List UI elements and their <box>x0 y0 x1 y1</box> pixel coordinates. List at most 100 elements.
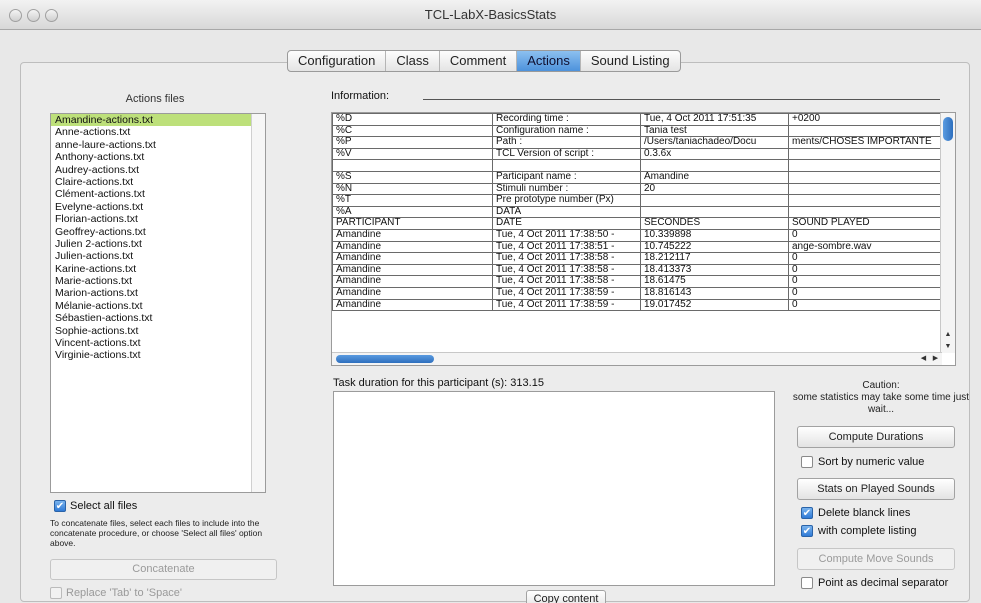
tab-sound-listing[interactable]: Sound Listing <box>581 51 680 71</box>
list-item[interactable]: Anne-actions.txt <box>51 126 265 138</box>
table-cell[interactable]: %P <box>332 136 493 149</box>
table-cell[interactable]: Amandine <box>332 286 493 300</box>
table-cell[interactable] <box>788 194 943 207</box>
table-cell[interactable]: %A <box>332 205 493 219</box>
table-cell[interactable]: %V <box>332 147 493 161</box>
table-cell[interactable]: Tue, 4 Oct 2011 17:38:58 - <box>492 275 641 288</box>
table-cell[interactable]: PARTICIPANT <box>332 217 493 230</box>
table-cell[interactable]: 18.212117 <box>640 252 789 265</box>
scroll-down-arrow-icon[interactable]: ▼ <box>941 341 955 352</box>
table-cell[interactable]: Tue, 4 Oct 2011 17:51:35 <box>640 113 789 126</box>
table-cell[interactable] <box>640 194 789 207</box>
table-cell[interactable]: Tue, 4 Oct 2011 17:38:51 - <box>492 240 641 254</box>
compute-durations-button[interactable]: Compute Durations <box>797 426 955 448</box>
list-item[interactable]: Sophie-actions.txt <box>51 325 265 337</box>
table-cell[interactable]: Stimuli number : <box>492 182 641 196</box>
table-cell[interactable]: 0 <box>788 252 943 265</box>
replace-tab-checkbox[interactable]: Replace 'Tab' to 'Space' <box>50 587 182 600</box>
table-cell[interactable]: 0 <box>788 228 943 242</box>
tab-configuration[interactable]: Configuration <box>288 51 387 71</box>
vertical-scroll-thumb[interactable] <box>943 117 953 141</box>
tab-actions[interactable]: Actions <box>517 51 581 71</box>
table-cell[interactable] <box>640 159 789 172</box>
table-cell[interactable]: 10.745222 <box>640 240 789 254</box>
list-item[interactable]: Vincent-actions.txt <box>51 337 265 349</box>
files-list-scrollbar[interactable] <box>251 114 265 492</box>
table-cell[interactable]: Participant name : <box>492 170 641 184</box>
list-item[interactable]: Anthony-actions.txt <box>51 151 265 163</box>
list-item[interactable]: Julien 2-actions.txt <box>51 238 265 250</box>
table-cell[interactable]: Amandine <box>332 240 493 254</box>
sort-numeric-checkbox[interactable]: Sort by numeric value <box>801 456 924 469</box>
table-cell[interactable]: Path : <box>492 136 641 149</box>
table-vertical-scrollbar[interactable]: ▲ ▼ <box>940 113 955 353</box>
table-cell[interactable]: DATA <box>492 205 641 219</box>
table-cell[interactable]: %S <box>332 170 493 184</box>
table-cell[interactable]: 10.339898 <box>640 228 789 242</box>
table-cell[interactable]: Tue, 4 Oct 2011 17:38:58 - <box>492 252 641 265</box>
concatenate-button[interactable]: Concatenate <box>50 559 277 580</box>
scroll-up-arrow-icon[interactable]: ▲ <box>941 329 955 340</box>
list-item[interactable]: Clément-actions.txt <box>51 188 265 200</box>
list-item[interactable]: Sébastien-actions.txt <box>51 312 265 324</box>
table-cell[interactable]: 18.413373 <box>640 263 789 277</box>
table-cell[interactable]: 0 <box>788 298 943 312</box>
table-cell[interactable]: 20 <box>640 182 789 196</box>
actions-files-list[interactable]: Amandine-actions.txt Anne-actions.txt anne… <box>50 113 266 493</box>
table-cell[interactable] <box>788 147 943 161</box>
delete-blank-lines-checkbox[interactable]: ✔ Delete blanck lines <box>801 507 910 520</box>
table-cell[interactable]: 0.3.6x <box>640 147 789 161</box>
checkbox-checked-icon[interactable]: ✔ <box>54 500 66 513</box>
table-cell[interactable]: Amandine <box>332 275 493 288</box>
table-cell[interactable] <box>492 159 641 172</box>
list-item[interactable]: Marion-actions.txt <box>51 287 265 299</box>
table-cell[interactable]: Tue, 4 Oct 2011 17:38:59 - <box>492 286 641 300</box>
table-cell[interactable]: 0 <box>788 286 943 300</box>
copy-content-button[interactable]: Copy content <box>526 590 606 603</box>
table-cell[interactable] <box>788 159 943 172</box>
table-cell[interactable]: Tue, 4 Oct 2011 17:38:59 - <box>492 298 641 312</box>
scroll-right-arrow-icon[interactable]: ▶ <box>930 353 941 365</box>
stats-played-sounds-button[interactable]: Stats on Played Sounds <box>797 478 955 500</box>
checkbox-unchecked-icon[interactable] <box>801 577 813 590</box>
list-item[interactable]: Florian-actions.txt <box>51 213 265 225</box>
table-cell[interactable]: Tania test <box>640 124 789 138</box>
table-cell[interactable]: /Users/taniachadeo/Docu <box>640 136 789 149</box>
list-item[interactable]: Claire-actions.txt <box>51 176 265 188</box>
list-item[interactable]: Evelyne-actions.txt <box>51 201 265 213</box>
list-item[interactable]: Julien-actions.txt <box>51 250 265 262</box>
list-item[interactable]: Marie-actions.txt <box>51 275 265 287</box>
table-cell[interactable] <box>788 205 943 219</box>
table-horizontal-scrollbar[interactable]: ◀ ▶ <box>332 352 942 365</box>
list-item[interactable]: Amandine-actions.txt <box>51 114 265 127</box>
table-cell[interactable]: TCL Version of script : <box>492 147 641 161</box>
table-cell[interactable]: SECONDES <box>640 217 789 230</box>
table-cell[interactable]: Configuration name : <box>492 124 641 138</box>
scroll-left-arrow-icon[interactable]: ◀ <box>918 353 929 365</box>
table-cell[interactable] <box>788 124 943 138</box>
horizontal-scroll-thumb[interactable] <box>336 355 434 363</box>
complete-listing-checkbox[interactable]: ✔ with complete listing <box>801 525 916 538</box>
table-cell[interactable]: 19.017452 <box>640 298 789 312</box>
compute-move-sounds-button[interactable]: Compute Move Sounds <box>797 548 955 570</box>
list-item[interactable]: Virginie-actions.txt <box>51 349 265 361</box>
table-cell[interactable]: +0200 <box>788 113 943 126</box>
list-item[interactable]: Geoffrey-actions.txt <box>51 226 265 238</box>
table-cell[interactable]: 0 <box>788 263 943 277</box>
output-text-area[interactable] <box>333 391 775 586</box>
table-cell[interactable]: Recording time : <box>492 113 641 126</box>
table-cell[interactable]: Amandine <box>332 298 493 312</box>
table-cell[interactable] <box>640 205 789 219</box>
table-cell[interactable]: 18.816143 <box>640 286 789 300</box>
tab-comment[interactable]: Comment <box>440 51 518 71</box>
table-cell[interactable] <box>788 182 943 196</box>
tab-class[interactable]: Class <box>386 51 440 71</box>
table-cell[interactable]: %N <box>332 182 493 196</box>
list-item[interactable]: Audrey-actions.txt <box>51 164 265 176</box>
table-cell[interactable]: DATE <box>492 217 641 230</box>
table-cell[interactable]: %C <box>332 124 493 138</box>
decimal-separator-checkbox[interactable]: Point as decimal separator <box>801 577 948 590</box>
table-cell[interactable]: 0 <box>788 275 943 288</box>
table-cell[interactable]: 18.61475 <box>640 275 789 288</box>
information-table[interactable]: %D Recording time : Tue, 4 Oct 2011 17:51:… <box>331 112 956 366</box>
